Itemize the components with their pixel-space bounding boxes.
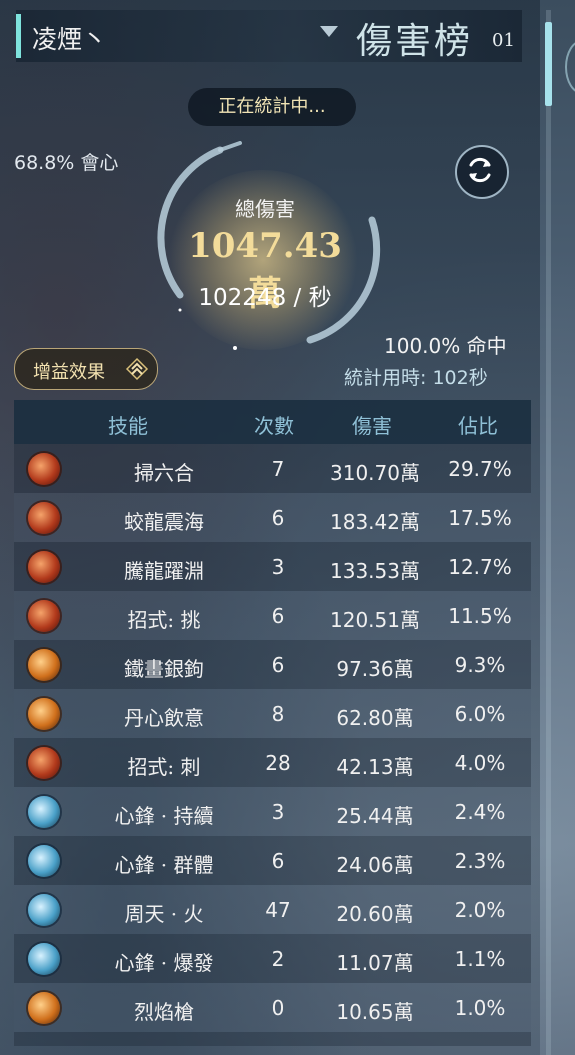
skill-name: 騰龍躍淵	[124, 559, 204, 583]
table-row[interactable]: 蛟龍震海 6 183.42萬 17.5%	[14, 493, 531, 542]
hit-count: 0	[271, 996, 285, 1020]
dps-value: 102248 / 秒	[198, 285, 332, 311]
hit-count: 6	[271, 506, 285, 530]
damage-percent: 2.0%	[454, 898, 506, 922]
table-row-partial	[14, 1032, 531, 1046]
skill-icon	[28, 698, 60, 730]
table-row[interactable]: 心鋒 · 群體 6 24.06萬 2.3%	[14, 836, 531, 885]
hit-count: 8	[271, 702, 285, 726]
damage-value: 62.80萬	[336, 706, 414, 730]
damage-value: 97.36萬	[336, 657, 414, 681]
skill-name: 招式: 挑	[127, 608, 201, 632]
damage-value: 42.13萬	[336, 755, 414, 779]
damage-value: 133.53萬	[330, 559, 420, 583]
column-header-skill: 技能	[108, 414, 148, 438]
player-name[interactable]: 凌煙丶	[32, 20, 107, 56]
table-row[interactable]: 騰龍躍淵 3 133.53萬 12.7%	[14, 542, 531, 591]
damage-value: 11.07萬	[336, 951, 414, 975]
skill-name: 掃六合	[134, 461, 194, 485]
hit-count: 2	[271, 947, 285, 971]
column-header-damage: 傷害	[352, 414, 392, 438]
scrollbar-thumb[interactable]	[545, 22, 552, 106]
table-row[interactable]: 心鋒 · 持續 3 25.44萬 2.4%	[14, 787, 531, 836]
skill-icon	[28, 943, 60, 975]
damage-value: 310.70萬	[330, 461, 420, 485]
scrollbar-track[interactable]	[546, 10, 551, 1055]
skill-icon	[28, 796, 60, 828]
damage-value: 20.60萬	[336, 902, 414, 926]
crit-rate: 68.8% 會心	[14, 152, 119, 174]
stat-duration: 統計用時: 102秒	[344, 367, 488, 389]
damage-value: 10.65萬	[336, 1000, 414, 1024]
table-row[interactable]: 周天 · 火 47 20.60萬 2.0%	[14, 885, 531, 934]
damage-percent: 6.0%	[454, 702, 506, 726]
damage-table: 技能 次數 傷害 佔比 掃六合 7 310.70萬 29.7% 蛟龍震海 6 183.42萬…	[14, 400, 531, 1046]
status-badge: 正在統計中...	[188, 88, 356, 126]
hit-count: 6	[271, 849, 285, 873]
table-row[interactable]: 掃六合 7 310.70萬 29.7%	[14, 444, 531, 493]
hit-rate: 100.0% 命中	[384, 334, 507, 358]
hit-count: 6	[271, 604, 285, 628]
table-row[interactable]: 鐵畫銀鉤 6 97.36萬 9.3%	[14, 640, 531, 689]
damage-percent: 2.3%	[454, 849, 506, 873]
table-row[interactable]: 招式: 刺 28 42.13萬 4.0%	[14, 738, 531, 787]
board-title: 傷害榜	[356, 21, 474, 62]
damage-value: 120.51萬	[330, 608, 420, 632]
damage-value: 25.44萬	[336, 804, 414, 828]
table-row[interactable]: 心鋒 · 爆發 2 11.07萬 1.1%	[14, 934, 531, 983]
damage-percent: 4.0%	[454, 751, 506, 775]
table-row[interactable]: 丹心飲意 8 62.80萬 6.0%	[14, 689, 531, 738]
hit-count: 6	[271, 653, 285, 677]
hit-count: 7	[271, 457, 285, 481]
skill-name: 烈焰槍	[134, 1000, 194, 1024]
hit-count: 3	[271, 555, 285, 579]
skill-name: 蛟龍震海	[124, 510, 204, 534]
skill-name: 丹心飲意	[124, 706, 204, 730]
damage-percent: 1.0%	[454, 996, 506, 1020]
header-accent-bar	[16, 14, 21, 58]
damage-percent: 9.3%	[454, 653, 506, 677]
column-header-count: 次數	[254, 414, 294, 438]
refresh-icon	[469, 157, 491, 183]
damage-percent: 11.5%	[448, 604, 512, 628]
hit-count: 28	[265, 751, 291, 775]
skill-name: 周天 · 火	[124, 902, 204, 926]
skill-name: 招式: 刺	[127, 755, 201, 779]
damage-percent: 12.7%	[448, 555, 512, 579]
table-row[interactable]: 招式: 挑 6 120.51萬 11.5%	[14, 591, 531, 640]
chevron-down-icon[interactable]	[320, 26, 338, 37]
buff-effects-label: 增益效果	[33, 362, 105, 383]
skill-icon	[28, 992, 60, 1024]
skill-icon	[28, 894, 60, 926]
skill-icon	[28, 551, 60, 583]
table-header: 技能 次數 傷害 佔比	[14, 400, 531, 444]
table-row[interactable]: 烈焰槍 0 10.65萬 1.0%	[14, 983, 531, 1032]
damage-percent: 17.5%	[448, 506, 512, 530]
double-chevron-up-icon	[125, 357, 149, 381]
skill-icon	[28, 747, 60, 779]
column-header-percent: 佔比	[458, 414, 498, 438]
skill-name: 鐵畫銀鉤	[124, 657, 204, 681]
board-number: 01	[492, 30, 515, 51]
damage-value: 183.42萬	[330, 510, 420, 534]
damage-percent: 1.1%	[454, 947, 506, 971]
skill-icon	[28, 502, 60, 534]
skill-icon	[28, 600, 60, 632]
total-damage-label: 總傷害	[235, 197, 295, 221]
skill-name: 心鋒 · 爆發	[114, 951, 214, 975]
skill-icon	[28, 845, 60, 877]
damage-percent: 2.4%	[454, 800, 506, 824]
buff-effects-button[interactable]: 增益效果	[14, 348, 158, 390]
skill-name: 心鋒 · 持續	[114, 804, 214, 828]
skill-icon	[28, 649, 60, 681]
damage-percent: 29.7%	[448, 457, 512, 481]
refresh-button[interactable]	[455, 145, 509, 199]
damage-value: 24.06萬	[336, 853, 414, 877]
skill-icon	[28, 453, 60, 485]
hit-count: 3	[271, 800, 285, 824]
skill-name: 心鋒 · 群體	[114, 853, 214, 877]
hit-count: 47	[265, 898, 291, 922]
